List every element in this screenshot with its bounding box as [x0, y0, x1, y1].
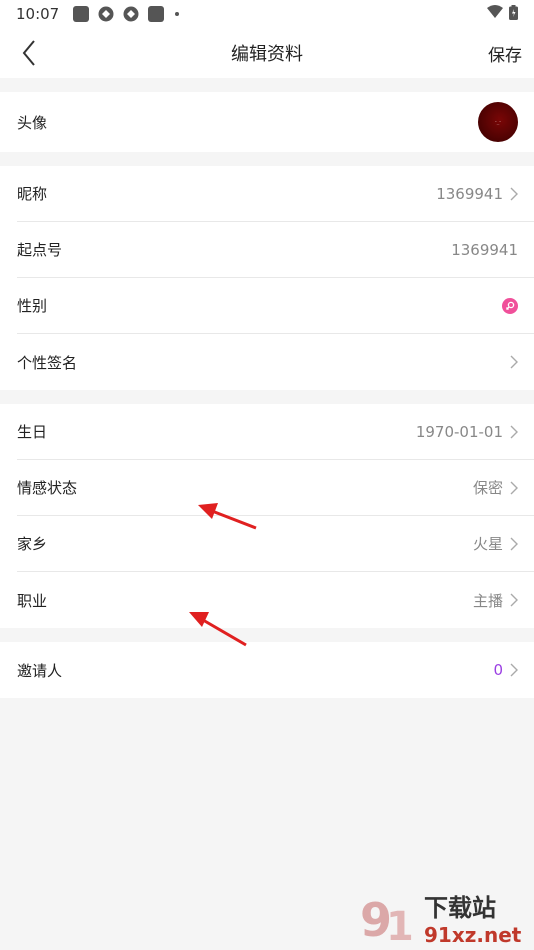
invite-section: 邀请人 0 — [0, 642, 534, 698]
relationship-status-label: 情感状态 — [17, 479, 78, 497]
chevron-right-icon — [510, 481, 518, 494]
chevron-right-icon — [510, 537, 518, 550]
more-notifications-dot — [175, 12, 180, 16]
signature-label: 个性签名 — [17, 353, 78, 372]
gender-label: 性别 — [17, 297, 48, 315]
avatar-row[interactable]: 头像 -_- — [17, 92, 534, 152]
app-notification-icon — [123, 6, 139, 22]
relationship-status-row[interactable]: 情感状态 保密 — [17, 460, 534, 516]
watermark-logo: 9 1 下载站 91xz.net — [358, 884, 528, 950]
app-notification-icon — [98, 6, 114, 22]
occupation-label: 职业 — [17, 591, 48, 610]
gender-row[interactable]: 性别 — [17, 278, 534, 334]
back-arrow-icon — [22, 40, 35, 66]
qidian-id-label: 起点号 — [17, 241, 63, 259]
occupation-value: 主播 — [472, 591, 503, 610]
nickname-label: 昵称 — [17, 185, 48, 203]
signature-row[interactable]: 个性签名 — [17, 334, 534, 390]
profile-section: 昵称 1369941 起点号 1369941 性别 个性签名 — [0, 166, 534, 390]
hometown-row[interactable]: 家乡 火星 — [17, 516, 534, 572]
info-section: 生日 1970-01-01 情感状态 保密 家乡 火星 职业 主播 — [0, 404, 534, 628]
watermark-domain-text: 91xz.net — [424, 923, 522, 947]
nickname-row[interactable]: 昵称 1369941 — [17, 166, 534, 222]
inviter-value: 0 — [493, 661, 503, 679]
avatar-image-mark: -_- — [495, 119, 501, 125]
hometown-label: 家乡 — [17, 535, 48, 553]
inviter-row[interactable]: 邀请人 0 — [17, 642, 534, 698]
avatar-section: 头像 -_- — [0, 92, 534, 152]
app-notification-icon — [73, 6, 90, 22]
chevron-right-icon — [510, 355, 518, 369]
chevron-right-icon — [510, 425, 518, 438]
watermark-brand-text: 下载站 — [424, 894, 496, 922]
battery-icon — [509, 4, 518, 24]
female-gender-icon — [502, 297, 518, 314]
birthday-row[interactable]: 生日 1970-01-01 — [17, 404, 534, 460]
page-title: 编辑资料 — [231, 44, 303, 65]
back-button[interactable] — [14, 38, 44, 68]
relationship-status-value: 保密 — [472, 479, 503, 497]
qidian-id-value: 1369941 — [451, 240, 518, 259]
wifi-icon — [487, 5, 503, 23]
birthday-value: 1970-01-01 — [415, 422, 503, 441]
chevron-right-icon — [510, 663, 518, 677]
inviter-label: 邀请人 — [17, 661, 63, 680]
occupation-row[interactable]: 职业 主播 — [17, 572, 534, 628]
nickname-value: 1369941 — [436, 184, 503, 203]
avatar[interactable]: -_- — [478, 102, 518, 142]
app-notification-icon — [148, 6, 165, 22]
svg-text:1: 1 — [386, 904, 414, 948]
chevron-right-icon — [510, 593, 518, 607]
qidian-id-row: 起点号 1369941 — [17, 222, 534, 278]
status-bar: 10:07 — [0, 0, 534, 28]
chevron-right-icon — [510, 187, 518, 200]
hometown-value: 火星 — [472, 535, 503, 553]
status-time: 10:07 — [16, 5, 60, 23]
birthday-label: 生日 — [17, 423, 48, 441]
avatar-label: 头像 — [17, 113, 48, 132]
top-navigation-bar: 编辑资料 保存 — [0, 28, 534, 78]
save-button[interactable]: 保存 — [488, 41, 522, 66]
